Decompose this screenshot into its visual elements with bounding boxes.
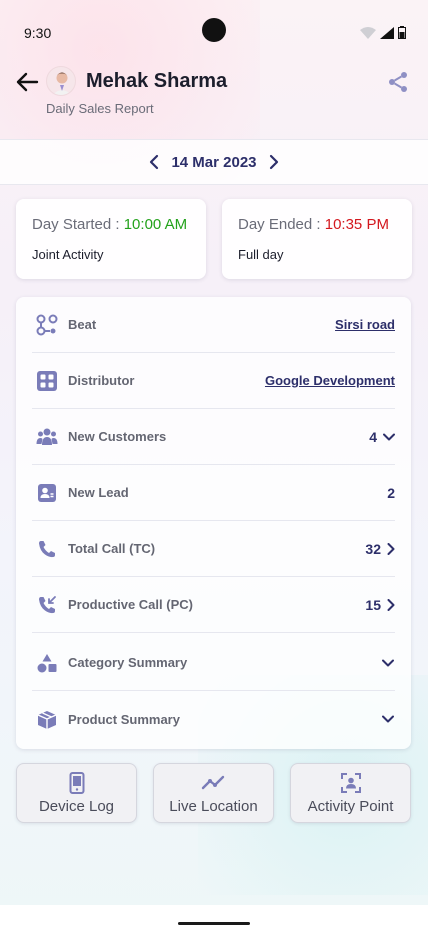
app-header: Mehak Sharma Daily Sales Report <box>0 62 428 138</box>
phone-incoming-icon <box>36 594 58 616</box>
day-ended-card: Day Ended : 10:35 PM Full day <box>222 199 412 279</box>
distributor-value-link[interactable]: Google Development <box>265 373 395 388</box>
productive-call-value: 15 <box>365 597 395 613</box>
chevron-left-icon <box>150 154 159 170</box>
product-summary-label: Product Summary <box>68 711 180 727</box>
productive-call-label: Productive Call (PC) <box>68 597 193 612</box>
shapes-icon <box>36 652 58 674</box>
users-group-icon <box>36 426 58 448</box>
total-call-value: 32 <box>365 541 395 557</box>
chevron-down-icon <box>382 715 394 723</box>
user-name: Mehak Sharma <box>86 70 228 92</box>
chevron-down-icon <box>382 659 394 666</box>
new-customers-label: New Customers <box>68 429 167 444</box>
day-started-label: Day Started : <box>32 216 120 233</box>
productive-call-row[interactable]: Productive Call (PC) 15 <box>32 577 395 633</box>
day-ended-time: 10:35 PM <box>324 216 389 233</box>
day-started-card: Day Started : 10:00 AM Joint Activity <box>16 199 206 279</box>
day-ended-line: Day Ended : 10:35 PM <box>238 216 389 233</box>
page-subtitle: Daily Sales Report <box>46 101 154 116</box>
product-summary-toggle[interactable] <box>381 712 395 726</box>
new-lead-row: New Lead 2 <box>32 465 395 521</box>
status-time: 9:30 <box>24 25 52 41</box>
box-icon <box>36 708 58 730</box>
date-selector: 14 Mar 2023 <box>0 139 428 185</box>
home-indicator[interactable] <box>178 922 250 925</box>
live-location-button[interactable]: Live Location <box>153 763 274 823</box>
day-started-activity: Joint Activity <box>32 247 104 262</box>
selected-date: 14 Mar 2023 <box>171 153 257 171</box>
mobile-device-icon <box>17 772 136 794</box>
system-nav-area <box>0 905 428 933</box>
chevron-right-icon <box>387 542 395 555</box>
share-icon <box>389 72 407 92</box>
next-date-button[interactable] <box>267 153 281 171</box>
new-customers-count: 4 <box>369 428 377 445</box>
back-button[interactable] <box>14 70 40 94</box>
category-summary-toggle[interactable] <box>381 656 395 670</box>
day-started-time: 10:00 AM <box>123 216 188 233</box>
beat-value-link[interactable]: Sirsi road <box>335 317 395 332</box>
scan-person-icon <box>291 772 410 794</box>
new-lead-value: 2 <box>387 484 395 501</box>
total-call-count: 32 <box>365 540 381 557</box>
category-summary-label: Category Summary <box>68 655 188 670</box>
avatar <box>46 66 76 96</box>
status-icons <box>360 26 406 39</box>
day-ended-label: Day Ended : <box>238 216 321 233</box>
device-log-button[interactable]: Device Log <box>16 763 137 823</box>
activity-point-button[interactable]: Activity Point <box>290 763 411 823</box>
chevron-down-icon <box>383 433 395 440</box>
wifi-icon <box>360 26 376 39</box>
productive-call-count: 15 <box>365 596 381 613</box>
back-arrow-icon <box>16 72 39 92</box>
status-bar: 9:30 <box>0 0 428 62</box>
activity-point-label: Activity Point <box>307 798 394 815</box>
beat-label: Beat <box>68 317 97 332</box>
new-customers-row[interactable]: New Customers 4 <box>32 409 395 465</box>
beat-row: Beat Sirsi road <box>32 297 395 353</box>
summary-card: Beat Sirsi road Distributor Google Devel… <box>16 297 411 749</box>
trend-line-icon <box>154 772 273 794</box>
route-icon <box>36 314 58 336</box>
total-call-row[interactable]: Total Call (TC) 32 <box>32 521 395 577</box>
phone-icon <box>36 538 58 560</box>
signal-icon <box>380 26 394 39</box>
distributor-label: Distributor <box>68 373 135 388</box>
share-button[interactable] <box>386 70 410 94</box>
distributor-icon <box>36 370 58 392</box>
new-lead-label: New Lead <box>68 485 129 500</box>
distributor-row: Distributor Google Development <box>32 353 395 409</box>
battery-icon <box>398 26 406 39</box>
device-log-label: Device Log <box>38 798 115 815</box>
total-call-label: Total Call (TC) <box>68 541 156 556</box>
chevron-right-icon <box>387 598 395 611</box>
day-started-line: Day Started : 10:00 AM <box>32 216 187 233</box>
camera-notch <box>202 18 226 42</box>
live-location-label: Live Location <box>169 798 258 815</box>
lead-card-icon <box>36 482 58 504</box>
day-ended-activity: Full day <box>238 247 284 262</box>
category-summary-row[interactable]: Category Summary <box>32 635 395 691</box>
new-customers-value: 4 <box>369 429 395 445</box>
chevron-right-icon <box>269 154 278 170</box>
previous-date-button[interactable] <box>147 153 161 171</box>
product-summary-row[interactable]: Product Summary <box>32 691 395 747</box>
app-screen: 9:30 Mehak Sharma Daily Sales Report 14 … <box>0 0 428 905</box>
